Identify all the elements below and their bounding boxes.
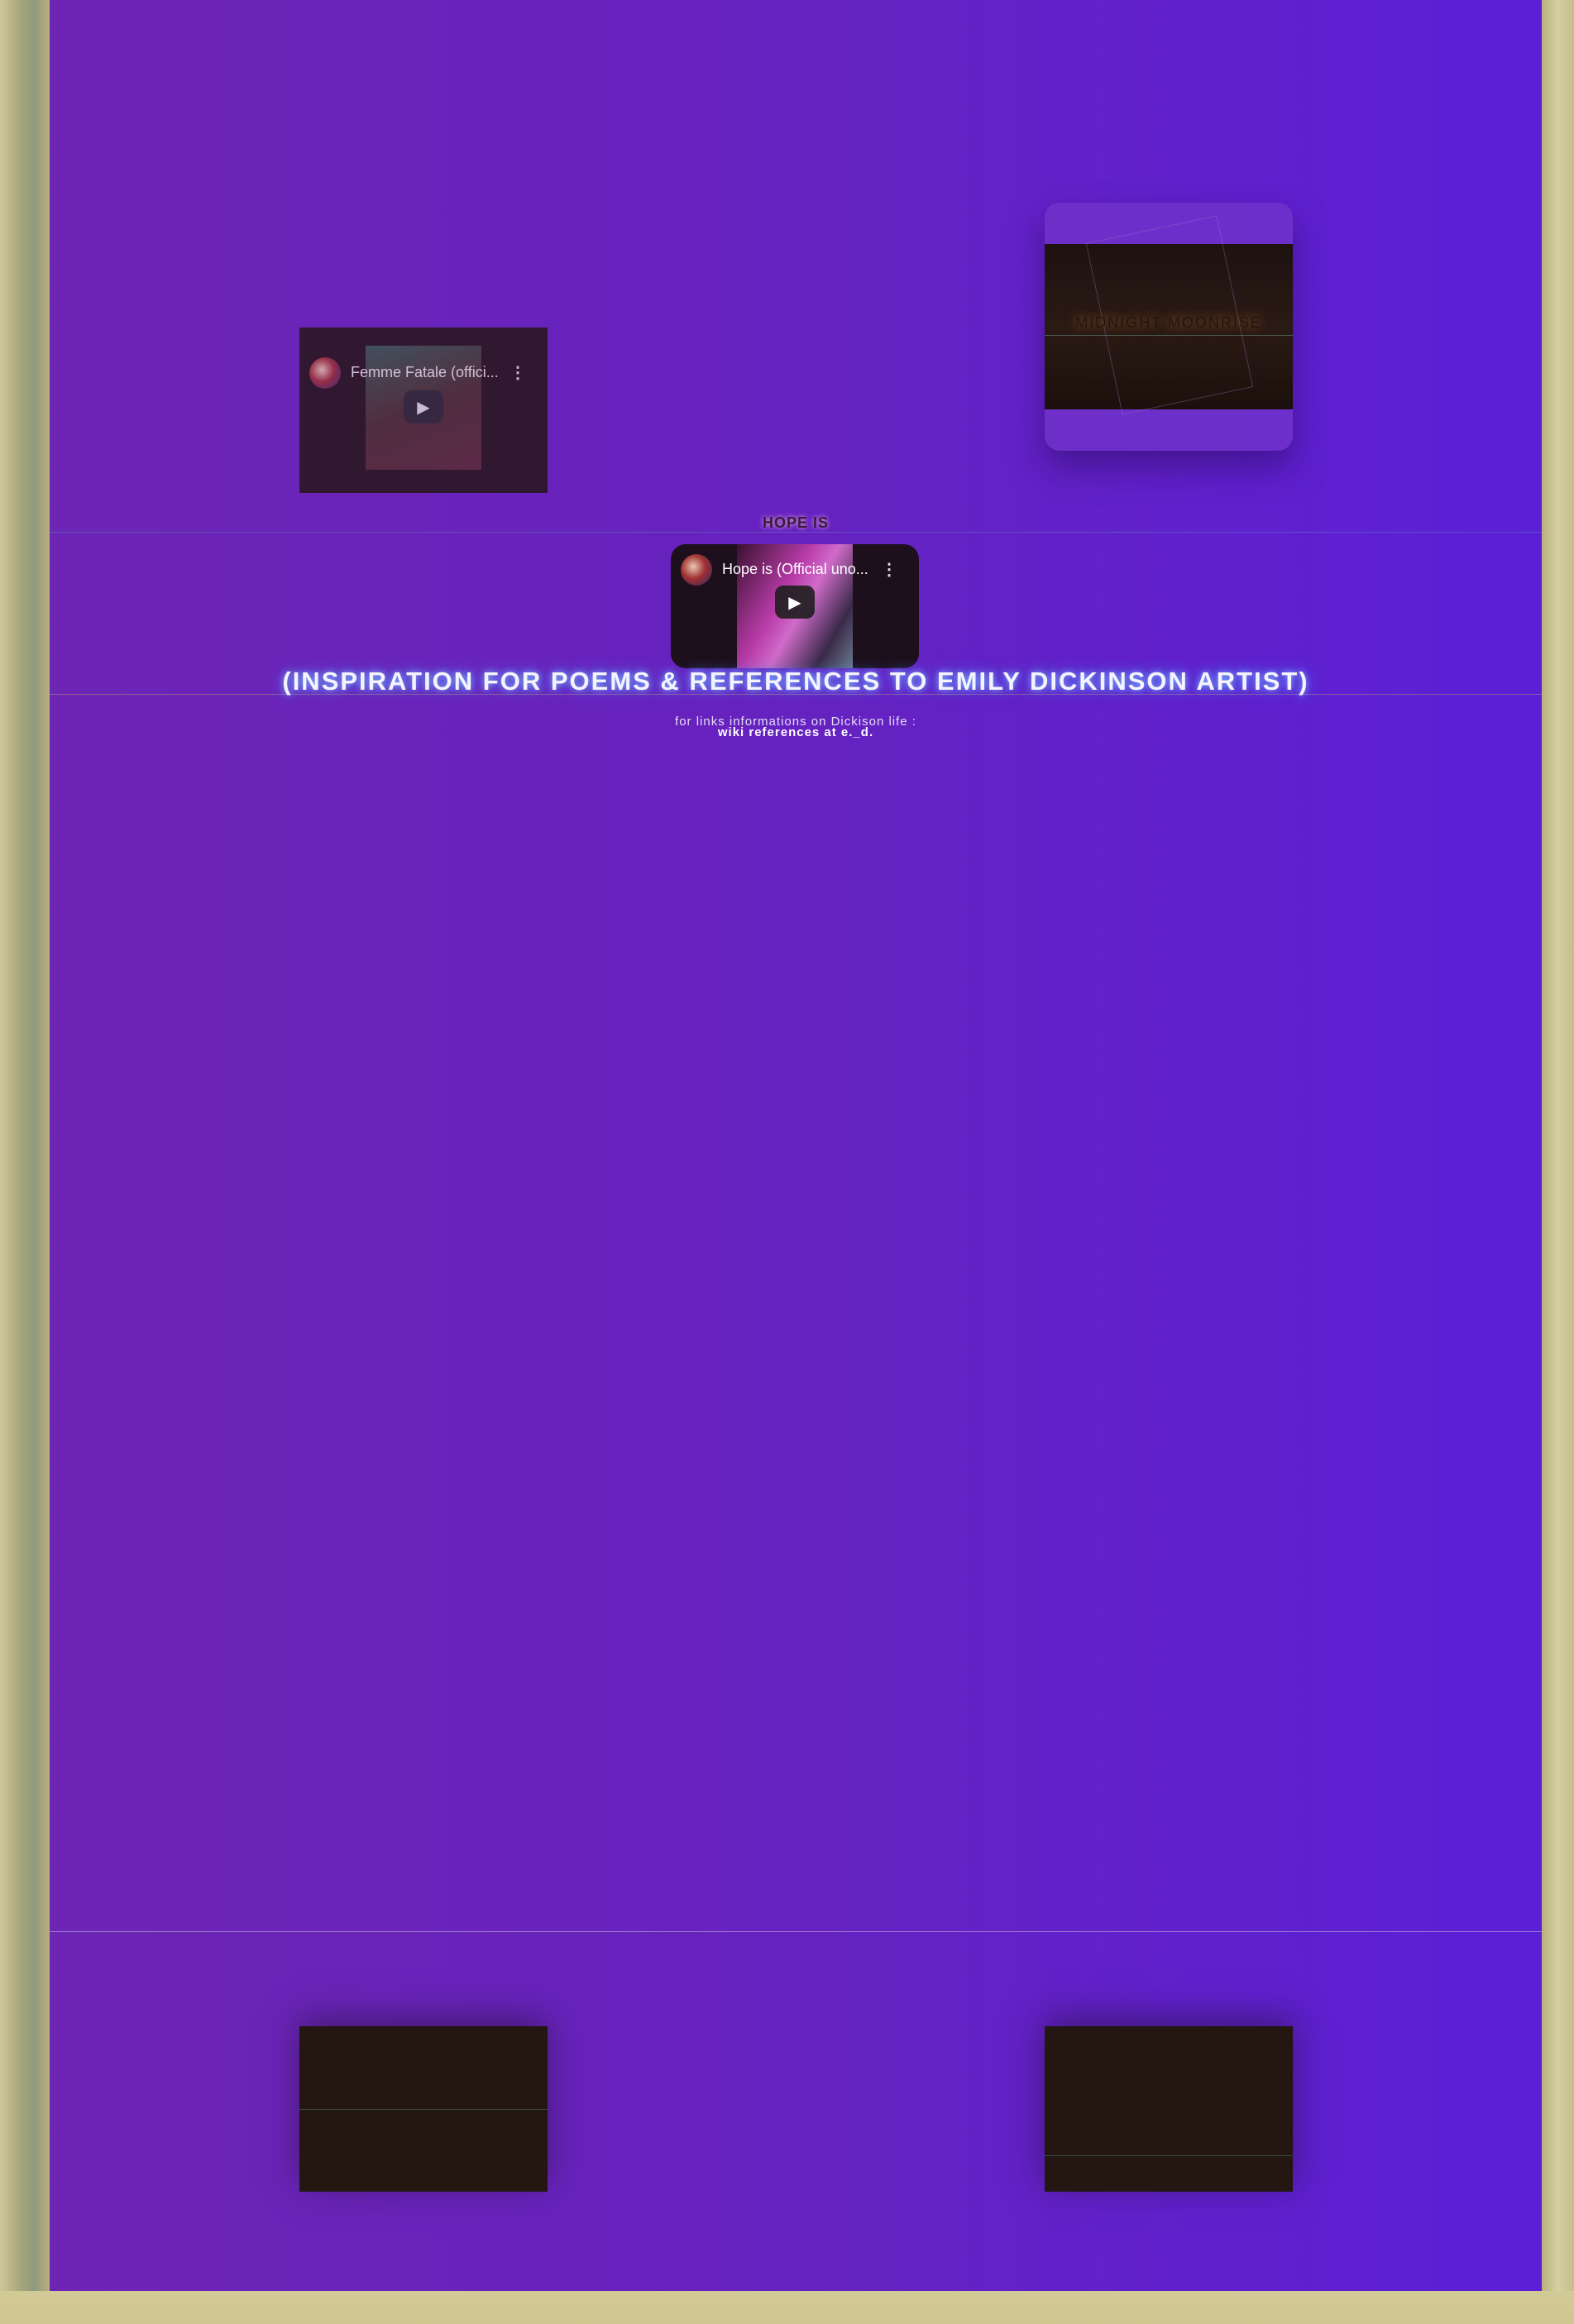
inspiration-heading: (INSPIRATION FOR POEMS & REFERENCES TO E…: [282, 667, 1309, 696]
more-options-icon[interactable]: ⋮: [881, 559, 897, 580]
play-icon: ▶: [788, 593, 801, 612]
femme-fatale-video[interactable]: Femme Fatale (offici... ⋮ ▶: [299, 328, 548, 493]
page-frame-left: [0, 0, 50, 2324]
play-icon: ▶: [417, 398, 430, 417]
bottom-left-panel: [299, 2026, 548, 2192]
bottom-right-panel: [1045, 2026, 1293, 2192]
midnight-moonrise-card[interactable]: MIDNIGHT MOONRISE: [1045, 203, 1293, 451]
channel-avatar[interactable]: [309, 357, 341, 389]
divider-line: [299, 2109, 548, 2110]
page-frame-right: [1541, 0, 1574, 2324]
video-title[interactable]: Hope is (Official uno...: [722, 561, 871, 578]
divider-line: [1045, 335, 1293, 336]
hope-is-video[interactable]: Hope is (Official uno... ⋮ ▶: [671, 544, 919, 668]
moonrise-panel: MIDNIGHT MOONRISE: [1045, 215, 1293, 415]
play-button[interactable]: ▶: [775, 586, 815, 619]
play-button[interactable]: ▶: [404, 390, 443, 423]
moonrise-label: MIDNIGHT MOONRISE: [1075, 314, 1262, 331]
hope-is-heading: HOPE IS: [762, 514, 830, 531]
more-options-icon[interactable]: ⋮: [510, 362, 526, 383]
main-stage: Femme Fatale (offici... ⋮ ▶ MIDNIGHT MOO…: [50, 0, 1542, 2291]
divider-line: [50, 532, 1542, 533]
channel-avatar[interactable]: [681, 554, 712, 586]
divider-line: [50, 1931, 1542, 1932]
page-frame-bottom: [0, 2291, 1574, 2324]
video-title[interactable]: Femme Fatale (offici...: [351, 364, 500, 381]
divider-line: [1045, 2155, 1293, 2156]
wiki-references-link[interactable]: wiki references at e._d.: [50, 725, 1542, 739]
